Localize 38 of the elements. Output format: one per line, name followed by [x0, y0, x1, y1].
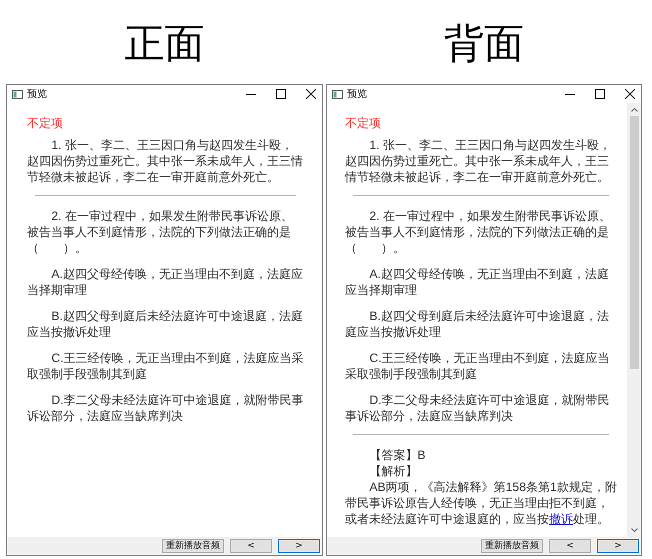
question-text: C.王三经传唤，无正当理由不到庭，法庭应当采取强制手段强制其到庭: [27, 350, 304, 382]
nav-button[interactable]: 重新播放音频: [481, 539, 543, 553]
scroll-thumb[interactable]: [630, 116, 638, 369]
answer-heading: 【答案】B: [368, 447, 427, 463]
maximize-icon[interactable]: [276, 89, 286, 99]
question-text: D.李二父母未经法庭许可中途退庭，就附带民事诉讼部分，法庭应当缺席判决: [345, 392, 611, 424]
question-text: 1. 张一、李二、王三因口角与赵四发生斗殴，赵四因伤势过重死亡。其中张一系未成年人，王三情节轻微未被起诉，李二在一审开庭前意外死亡。: [27, 137, 304, 185]
nav-button[interactable]: <: [549, 539, 591, 553]
question-type-label: 不定项: [27, 115, 64, 131]
question-text: B.赵四父母到庭后未经法庭许可中途退庭，法庭应当按撤诉处理: [27, 308, 304, 340]
close-icon[interactable]: [306, 89, 316, 99]
nav-button[interactable]: 重新播放音频: [162, 539, 224, 553]
question-text: 1. 张一、李二、王三因口角与赵四发生斗殴，赵四因伤势过重死亡。其中张一系未成年人，王三情节轻微未被起诉，李二在一审开庭前意外死亡。: [345, 137, 612, 185]
window-title: 预览: [27, 88, 48, 101]
app-icon: [12, 90, 23, 98]
question-text: 2. 在一审过程中，如果发生附带民事诉讼原、被告当事人不到庭情形，法院的下列做法正确的是（ ）。: [27, 208, 294, 256]
nav-button[interactable]: >: [597, 539, 639, 553]
question-text: A.赵四父母经传唤，无正当理由不到庭，法庭应当择期审理: [27, 266, 304, 298]
app-icon: [332, 90, 343, 98]
nav-button[interactable]: <: [230, 539, 272, 553]
answer-heading: 【解析】: [368, 463, 418, 479]
close-icon[interactable]: [625, 89, 635, 99]
panel-heading: 背面: [443, 20, 525, 68]
question-text: C.王三经传唤，无正当理由不到庭，法庭应当采取强制手段强制其到庭: [345, 350, 611, 382]
window-title: 预览: [347, 88, 368, 101]
scroll-down-icon[interactable]: [630, 528, 638, 533]
question-text: B.赵四父母到庭后未经法庭许可中途退庭，法庭应当按撤诉处理: [345, 308, 610, 340]
maximize-icon[interactable]: [595, 89, 605, 99]
term-link[interactable]: 撤诉: [549, 512, 573, 526]
scroll-up-icon[interactable]: [630, 107, 638, 112]
panel-heading: 正面: [124, 20, 206, 68]
nav-button[interactable]: >: [278, 539, 320, 553]
scrollbar[interactable]: [627, 103, 641, 537]
question-text: 2. 在一审过程中，如果发生附带民事诉讼原、被告当事人不到庭情形，法院的下列做法正确的是（ ）。: [345, 208, 612, 256]
question-type-label: 不定项: [345, 115, 382, 131]
question-text: A.赵四父母经传唤，无正当理由不到庭，法庭应当择期审理: [345, 266, 610, 298]
explanation-text: AB两项，《高法解释》第158条第1款规定，附带民事诉讼原告人经传唤，无正当理由拒不到庭，或者未经法庭许可中途退庭的，应当按撤诉处理。: [345, 479, 617, 527]
question-text: D.李二父母未经法庭许可中途退庭，就附带民事诉讼部分，法庭应当缺席判决: [27, 392, 304, 424]
